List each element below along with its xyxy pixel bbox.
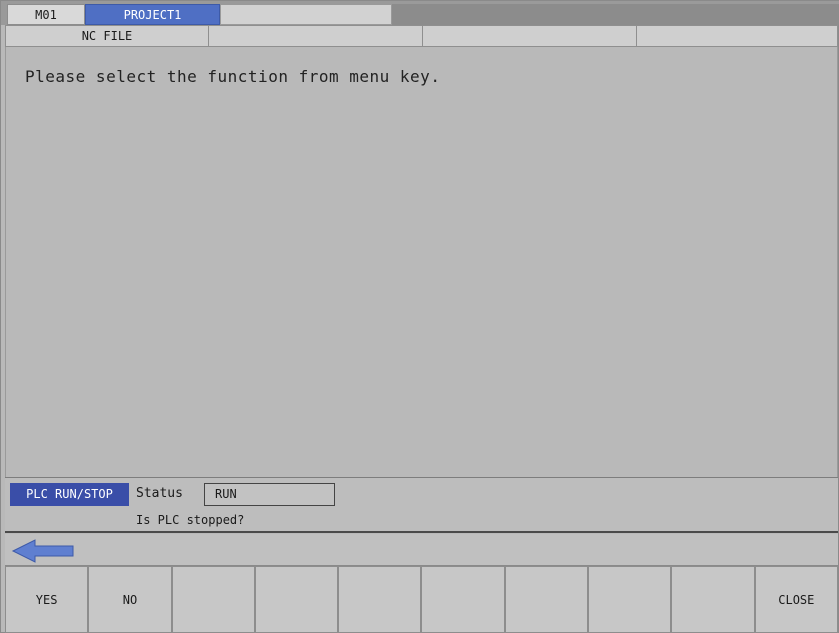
- screen: M01 PROJECT1 NC FILE Please select the f…: [0, 0, 839, 633]
- fkey-4[interactable]: [254, 566, 339, 633]
- left-arrow-icon[interactable]: [11, 538, 75, 564]
- subtab-4[interactable]: [637, 26, 837, 46]
- fkey-close[interactable]: CLOSE: [754, 566, 838, 633]
- status-value-box: RUN: [204, 483, 335, 506]
- fkey-yes[interactable]: YES: [5, 566, 89, 633]
- tab-project[interactable]: PROJECT1: [85, 4, 220, 25]
- function-key-bar: YES NO CLOSE: [5, 566, 838, 633]
- subtab-2[interactable]: [209, 26, 423, 46]
- subtab-3[interactable]: [423, 26, 637, 46]
- fkey-6[interactable]: [421, 566, 505, 633]
- fkey-8[interactable]: [588, 566, 672, 633]
- fkey-no[interactable]: NO: [88, 566, 172, 633]
- fkey-3[interactable]: [171, 566, 255, 633]
- tab-empty[interactable]: [220, 4, 392, 25]
- fkey-5[interactable]: [338, 566, 422, 633]
- tab-bar: M01 PROJECT1: [1, 1, 839, 25]
- plc-status-panel: PLC RUN/STOP Status RUN Is PLC stopped?: [5, 477, 838, 533]
- sub-tab-bar: NC FILE: [5, 25, 838, 47]
- fkey-9[interactable]: [671, 566, 755, 633]
- subtab-nc-file[interactable]: NC FILE: [6, 26, 209, 46]
- plc-run-stop-label: PLC RUN/STOP: [10, 483, 129, 506]
- main-area: Please select the function from menu key…: [5, 47, 838, 477]
- fkey-7[interactable]: [504, 566, 589, 633]
- confirm-question: Is PLC stopped?: [136, 513, 245, 527]
- status-label: Status: [136, 486, 183, 501]
- instruction-message: Please select the function from menu key…: [25, 67, 441, 86]
- tab-machine[interactable]: M01: [7, 4, 85, 25]
- navigation-row: [5, 534, 838, 566]
- tab-bar-filler: [392, 4, 839, 25]
